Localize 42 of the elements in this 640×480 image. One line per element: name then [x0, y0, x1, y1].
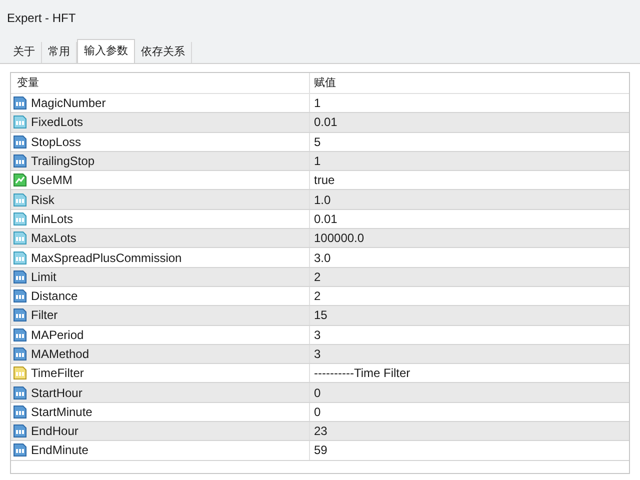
tab[interactable]: 输入参数 — [77, 39, 135, 63]
parameter-name[interactable]: UseMM — [31, 171, 72, 190]
parameter-name[interactable]: EndMinute — [31, 441, 88, 460]
parameter-value[interactable]: 3 — [309, 344, 629, 364]
parameter-name[interactable]: Filter — [31, 306, 58, 324]
parameter-value[interactable]: 3 — [309, 326, 629, 344]
parameter-name[interactable]: FixedLots — [31, 113, 84, 132]
parameter-name[interactable]: Distance — [31, 287, 78, 306]
parameter-value[interactable]: 59 — [309, 441, 629, 460]
parameter-name[interactable]: MaxLots — [31, 229, 76, 248]
parameter-name[interactable]: Risk — [31, 190, 54, 209]
parameter-name[interactable]: StartMinute — [31, 402, 92, 421]
parameter-name[interactable]: MAMethod — [31, 345, 90, 363]
parameter-value[interactable]: true — [309, 171, 629, 190]
parameter-value[interactable]: 3.0 — [309, 248, 629, 267]
parameter-name[interactable]: StopLoss — [31, 132, 82, 151]
parameter-value[interactable]: 2 — [309, 286, 629, 306]
parameter-name[interactable]: MAPeriod — [31, 326, 84, 344]
parameter-value[interactable]: 0.01 — [309, 210, 629, 228]
parameter-name[interactable]: StartHour — [31, 384, 82, 402]
parameter-value[interactable]: 0.01 — [309, 113, 629, 132]
column-header[interactable]: 变量 — [11, 73, 309, 93]
parameter-name[interactable]: Limit — [31, 268, 56, 286]
parameter-name[interactable]: MinLots — [31, 210, 74, 228]
parameter-name[interactable]: TimeFilter — [31, 364, 84, 382]
column-header[interactable]: 赋值 — [309, 73, 629, 93]
parameter-name[interactable]: EndHour — [31, 422, 78, 440]
window-title: Expert - HFT — [7, 10, 76, 27]
parameter-name[interactable]: MagicNumber — [31, 94, 106, 112]
parameter-value[interactable]: 0 — [309, 402, 629, 422]
parameter-value[interactable]: 1 — [309, 94, 629, 112]
parameter-value[interactable]: ----------Time Filter — [309, 364, 629, 382]
parameter-value[interactable]: 15 — [309, 306, 629, 325]
parameter-value[interactable]: 1 — [309, 152, 629, 170]
parameter-name[interactable]: MaxSpreadPlusCommission — [31, 248, 182, 267]
parameter-value[interactable]: 23 — [309, 422, 629, 440]
parameter-value[interactable]: 5 — [309, 132, 629, 151]
parameter-name[interactable]: TrailingStop — [31, 152, 95, 170]
parameter-value[interactable]: 0 — [309, 383, 629, 402]
parameter-value[interactable]: 100000.0 — [309, 229, 629, 248]
parameter-value[interactable]: 2 — [309, 268, 629, 286]
parameter-value[interactable]: 1.0 — [309, 190, 629, 209]
